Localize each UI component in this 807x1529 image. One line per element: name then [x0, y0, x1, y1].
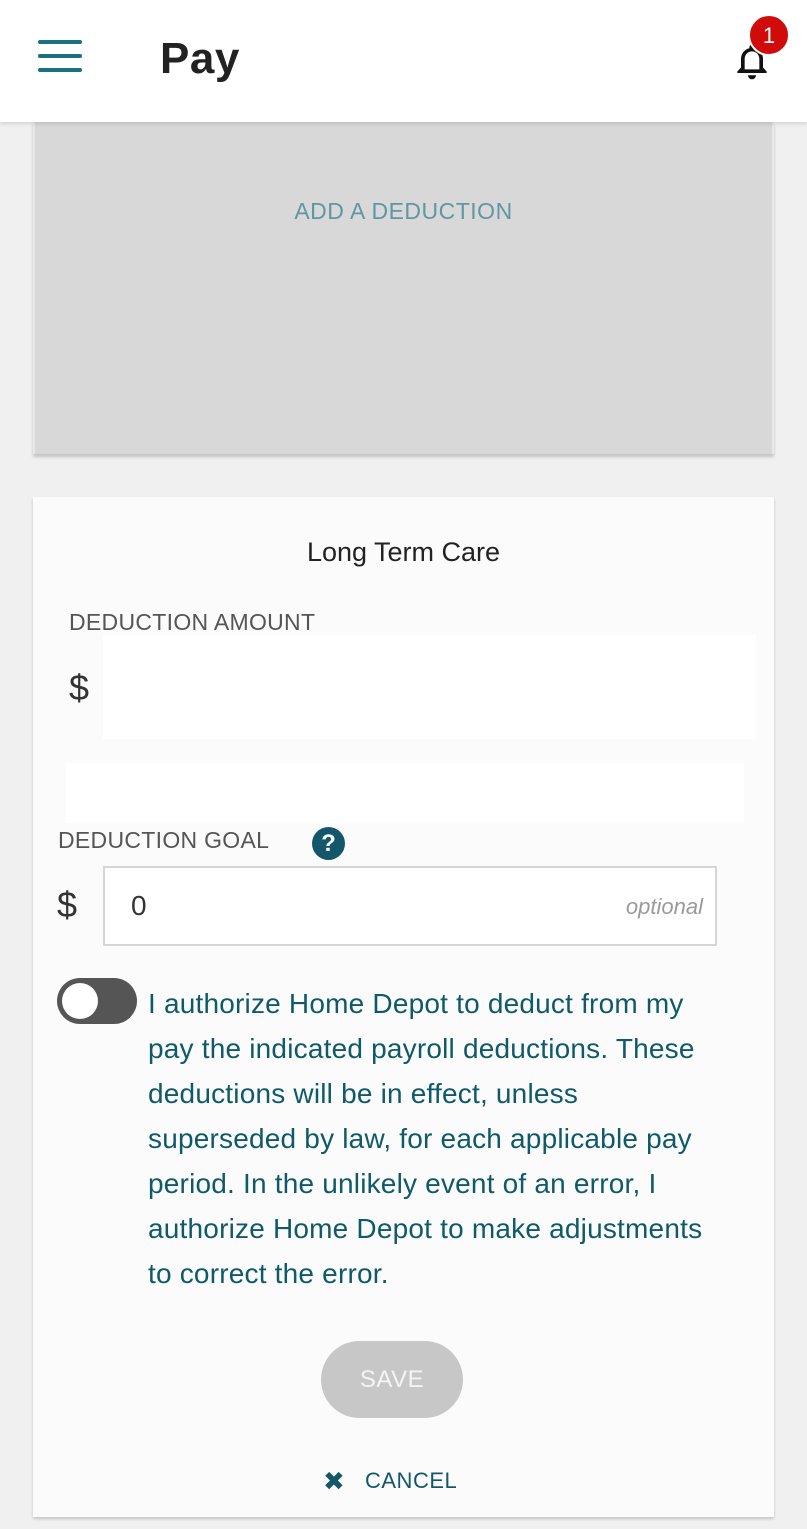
cancel-label: CANCEL: [365, 1468, 458, 1493]
amount-currency-symbol: $: [69, 667, 90, 708]
optional-hint: optional: [625, 894, 703, 919]
deduction-form-card: Long Term Care DEDUCTION AMOUNT $ DEDUCT…: [33, 497, 774, 1517]
save-button[interactable]: SAVE: [321, 1341, 463, 1418]
add-deduction-link[interactable]: ADD A DEDUCTION: [35, 198, 772, 225]
close-icon: ✖: [323, 1465, 345, 1496]
deduction-amount-input[interactable]: [103, 635, 756, 739]
add-deduction-panel[interactable]: ADD A DEDUCTION: [33, 122, 774, 454]
hamburger-menu-icon[interactable]: [38, 40, 82, 74]
cancel-button[interactable]: ✖ CANCEL: [323, 1463, 457, 1499]
authorization-text: I authorize Home Depot to deduct from my…: [148, 988, 703, 1289]
form-title: Long Term Care: [306, 537, 501, 567]
toggle-knob: [62, 983, 98, 1019]
deduction-goal-field[interactable]: optional: [103, 866, 717, 946]
notification-badge: 1: [748, 14, 790, 56]
deduction-amount-label: DEDUCTION AMOUNT: [69, 609, 316, 635]
notifications-button[interactable]: 1: [728, 14, 790, 88]
form-spacer: [66, 763, 744, 823]
deduction-goal-input[interactable]: [105, 868, 605, 944]
goal-currency-symbol: $: [57, 884, 78, 925]
page-title: Pay: [160, 34, 240, 83]
help-icon[interactable]: ?: [312, 827, 345, 860]
authorize-toggle[interactable]: [57, 978, 137, 1024]
app-header: Pay 1: [0, 0, 807, 122]
deduction-goal-label: DEDUCTION GOAL: [58, 827, 270, 853]
